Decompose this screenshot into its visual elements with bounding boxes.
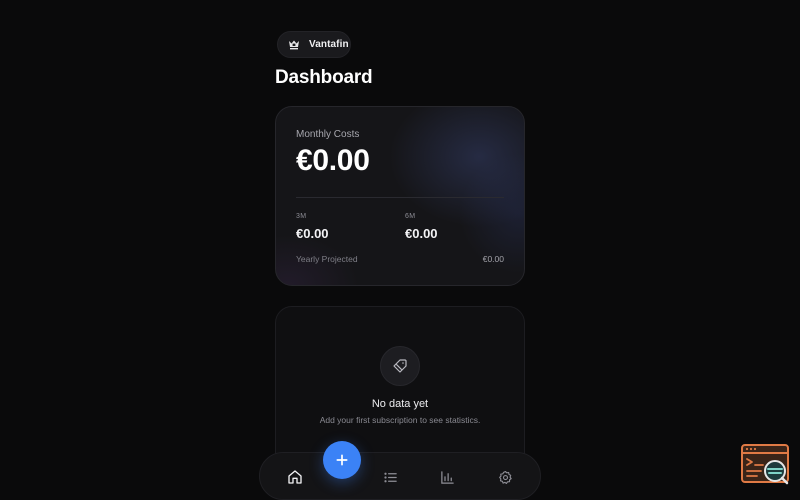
add-subscription-button[interactable] <box>323 441 361 479</box>
nav-subscriptions[interactable] <box>379 466 401 488</box>
yearly-projected-value: €0.00 <box>482 254 504 264</box>
period-6m-value: €0.00 <box>405 226 438 241</box>
page-title: Dashboard <box>275 67 373 88</box>
list-icon <box>383 472 397 482</box>
plus-icon <box>336 454 348 466</box>
home-icon <box>288 470 302 484</box>
gear-icon <box>498 470 512 484</box>
empty-state-subtitle: Add your first subscription to see stati… <box>319 415 481 425</box>
tag-icon <box>393 359 407 373</box>
monthly-costs-label: Monthly Costs <box>296 129 360 140</box>
period-6m-label: 6M <box>405 213 416 220</box>
nav-home[interactable] <box>284 466 306 488</box>
nav-settings[interactable] <box>494 466 516 488</box>
nav-statistics[interactable] <box>436 466 458 488</box>
bottom-nav <box>259 452 541 500</box>
tag-icon-badge <box>380 346 420 386</box>
monthly-costs-card: Monthly Costs €0.00 3M €0.00 6M €0.00 Ye… <box>275 106 525 286</box>
dashboard-screen: Vantafin Dashboard Monthly Costs €0.00 3… <box>0 0 800 500</box>
yearly-projected-label: Yearly Projected <box>296 254 358 264</box>
divider <box>296 197 504 198</box>
brand-name: Vantafin <box>309 39 349 50</box>
crown-shield-icon <box>289 40 299 49</box>
bar-chart-icon <box>440 470 454 484</box>
monthly-costs-value: €0.00 <box>296 144 370 177</box>
brand-badge[interactable]: Vantafin <box>277 31 351 58</box>
empty-state-title: No data yet <box>371 398 429 410</box>
statistics-card: No data yet Add your first subscription … <box>275 306 525 476</box>
period-3m-label: 3M <box>296 213 307 220</box>
helper-widget-icon[interactable] <box>741 444 791 486</box>
period-3m-value: €0.00 <box>296 226 329 241</box>
